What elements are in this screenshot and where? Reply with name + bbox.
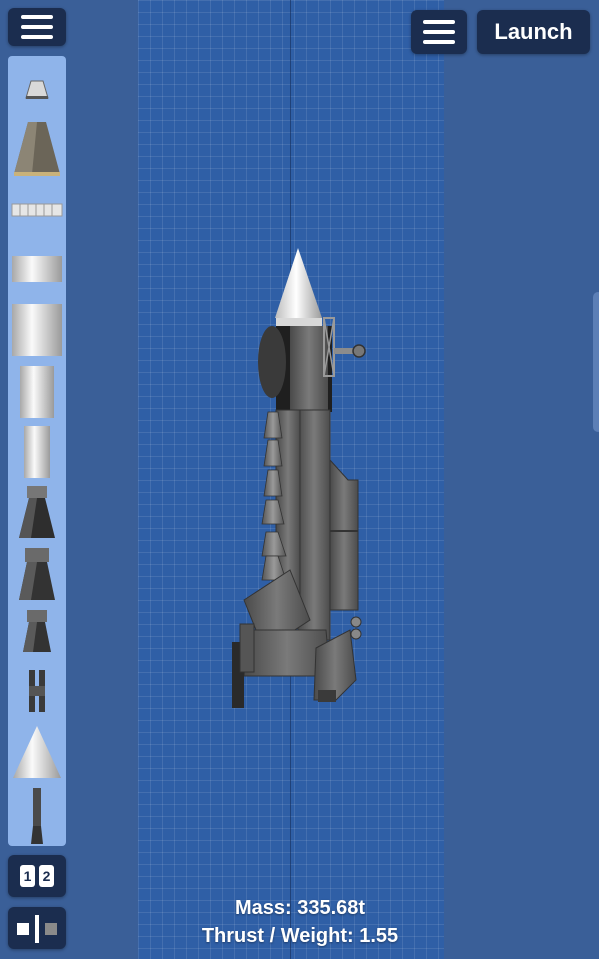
options-menu-button[interactable] [411,10,467,54]
symmetry-divider [35,915,39,943]
small-fuel-tank-part[interactable] [8,254,66,284]
large-engine-part[interactable] [8,484,66,540]
launch-button[interactable]: Launch [477,10,590,54]
stage-1-label: 1 [20,865,35,887]
parts-palette [8,56,66,846]
tall-fuel-tank-part[interactable] [8,364,66,420]
symmetry-mirror-icon [45,923,57,935]
hamburger-icon-line [423,20,455,24]
command-pod-part[interactable] [8,120,66,178]
separator-ring-part[interactable] [8,202,66,218]
main-menu-button[interactable] [8,8,66,46]
stage-2-label: 2 [39,865,54,887]
landing-leg-part[interactable] [8,786,66,846]
side-separator-part[interactable] [8,668,66,714]
side-panel-handle[interactable] [593,292,599,432]
hamburger-icon-line [21,25,53,29]
thrust-weight-readout: Thrust / Weight: 1.55 [201,925,399,947]
symmetry-icon [17,923,29,935]
staging-button[interactable]: 1 2 [8,855,66,897]
mass-readout: Mass: 335.68t [234,897,366,919]
hamburger-icon-line [21,35,53,39]
medium-engine-part[interactable] [8,546,66,602]
large-fuel-tank-part[interactable] [8,302,66,358]
hamburger-icon-line [423,40,455,44]
symmetry-toggle-button[interactable] [8,907,66,949]
probe-capsule-part[interactable] [8,76,66,102]
hamburger-icon-line [423,30,455,34]
hamburger-icon-line [21,15,53,19]
small-engine-part[interactable] [8,608,66,654]
narrow-fuel-tank-part[interactable] [8,424,66,480]
rocket-assembly[interactable] [0,0,599,959]
nose-cone-part[interactable] [8,724,66,780]
